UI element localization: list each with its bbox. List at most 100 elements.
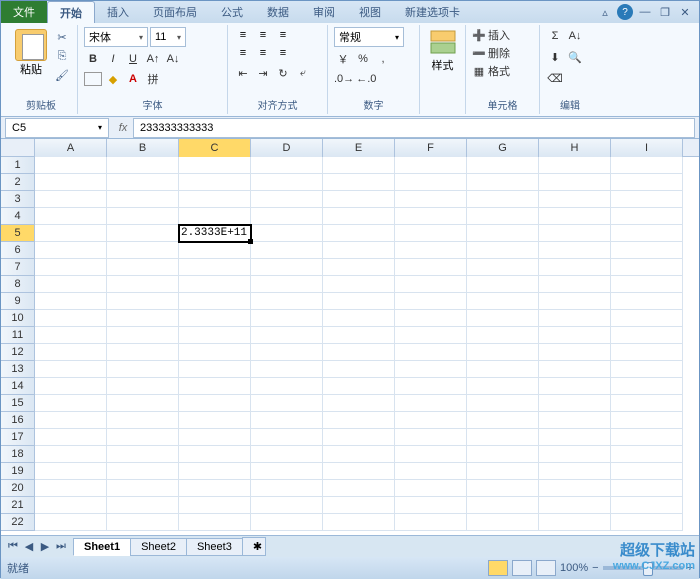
cell-H5[interactable] (539, 225, 611, 242)
cell-E16[interactable] (323, 412, 395, 429)
cell-I2[interactable] (611, 174, 683, 191)
cell-H2[interactable] (539, 174, 611, 191)
cell-F9[interactable] (395, 293, 467, 310)
indent-decrease-icon[interactable]: ⇤ (234, 64, 252, 82)
row-header-14[interactable]: 14 (1, 378, 35, 395)
cell-C14[interactable] (179, 378, 251, 395)
row-header-12[interactable]: 12 (1, 344, 35, 361)
cell-D9[interactable] (251, 293, 323, 310)
cell-I4[interactable] (611, 208, 683, 225)
align-left-icon[interactable]: ≡ (234, 45, 252, 61)
cell-A14[interactable] (35, 378, 107, 395)
cell-A4[interactable] (35, 208, 107, 225)
view-normal-button[interactable] (488, 560, 508, 576)
name-box[interactable]: C5▾ (5, 118, 109, 138)
col-header-D[interactable]: D (251, 139, 323, 157)
help-icon[interactable]: ? (617, 4, 633, 20)
tab-data[interactable]: 数据 (255, 1, 301, 23)
sheet-tab-2[interactable]: Sheet2 (130, 538, 187, 556)
cell-A13[interactable] (35, 361, 107, 378)
prev-sheet-icon[interactable]: ◀ (21, 539, 37, 555)
sheet-tab-3[interactable]: Sheet3 (186, 538, 243, 556)
row-header-22[interactable]: 22 (1, 514, 35, 531)
cell-G10[interactable] (467, 310, 539, 327)
row-header-19[interactable]: 19 (1, 463, 35, 480)
cell-H3[interactable] (539, 191, 611, 208)
cell-B14[interactable] (107, 378, 179, 395)
font-grow-icon[interactable]: A↑ (144, 50, 162, 68)
last-sheet-icon[interactable]: ⏭ (53, 539, 69, 555)
cell-C1[interactable] (179, 157, 251, 174)
cell-F4[interactable] (395, 208, 467, 225)
cell-D12[interactable] (251, 344, 323, 361)
cell-H7[interactable] (539, 259, 611, 276)
cell-F10[interactable] (395, 310, 467, 327)
cell-E18[interactable] (323, 446, 395, 463)
minimize-ribbon-icon[interactable]: ▵ (597, 4, 613, 20)
currency-icon[interactable]: ￥ (334, 50, 352, 68)
font-size-combo[interactable]: 11▾ (150, 27, 186, 47)
cell-G8[interactable] (467, 276, 539, 293)
cell-B20[interactable] (107, 480, 179, 497)
cell-A1[interactable] (35, 157, 107, 174)
cell-I10[interactable] (611, 310, 683, 327)
cell-D21[interactable] (251, 497, 323, 514)
cell-E22[interactable] (323, 514, 395, 531)
cell-F3[interactable] (395, 191, 467, 208)
orientation-icon[interactable]: ↻ (274, 64, 292, 82)
col-header-A[interactable]: A (35, 139, 107, 157)
cell-C6[interactable] (179, 242, 251, 259)
cell-I20[interactable] (611, 480, 683, 497)
cell-E8[interactable] (323, 276, 395, 293)
select-all-corner[interactable] (1, 139, 35, 157)
cell-I6[interactable] (611, 242, 683, 259)
cell-B8[interactable] (107, 276, 179, 293)
cell-B7[interactable] (107, 259, 179, 276)
cell-F11[interactable] (395, 327, 467, 344)
delete-cells-button[interactable]: ➖删除 (472, 45, 533, 61)
align-bottom-icon[interactable]: ≡ (274, 27, 292, 43)
cell-F14[interactable] (395, 378, 467, 395)
cell-E3[interactable] (323, 191, 395, 208)
cell-E11[interactable] (323, 327, 395, 344)
cell-H13[interactable] (539, 361, 611, 378)
cell-I11[interactable] (611, 327, 683, 344)
cell-H22[interactable] (539, 514, 611, 531)
cell-E10[interactable] (323, 310, 395, 327)
fill-color-button[interactable]: ◆ (104, 70, 122, 88)
cell-E2[interactable] (323, 174, 395, 191)
cell-F13[interactable] (395, 361, 467, 378)
cell-I9[interactable] (611, 293, 683, 310)
cell-E14[interactable] (323, 378, 395, 395)
cell-D7[interactable] (251, 259, 323, 276)
cell-F19[interactable] (395, 463, 467, 480)
cell-C5[interactable]: 2.3333E+11 (179, 225, 251, 242)
cell-A16[interactable] (35, 412, 107, 429)
cell-I3[interactable] (611, 191, 683, 208)
cell-B18[interactable] (107, 446, 179, 463)
percent-icon[interactable]: % (354, 50, 372, 68)
cell-H15[interactable] (539, 395, 611, 412)
row-header-1[interactable]: 1 (1, 157, 35, 174)
cell-D22[interactable] (251, 514, 323, 531)
clear-icon[interactable]: ⌫ (546, 69, 564, 87)
cell-D1[interactable] (251, 157, 323, 174)
cell-D13[interactable] (251, 361, 323, 378)
cell-D3[interactable] (251, 191, 323, 208)
window-minimize-icon[interactable]: — (637, 4, 653, 20)
cell-D15[interactable] (251, 395, 323, 412)
cell-C21[interactable] (179, 497, 251, 514)
tab-formula[interactable]: 公式 (209, 1, 255, 23)
window-restore-icon[interactable]: ❐ (657, 4, 673, 20)
zoom-slider[interactable] (603, 566, 683, 570)
font-color-button[interactable]: A (124, 70, 142, 88)
cell-C19[interactable] (179, 463, 251, 480)
cell-D4[interactable] (251, 208, 323, 225)
cell-A11[interactable] (35, 327, 107, 344)
new-sheet-button[interactable]: ✱ (242, 537, 266, 556)
row-header-13[interactable]: 13 (1, 361, 35, 378)
col-header-B[interactable]: B (107, 139, 179, 157)
cell-F16[interactable] (395, 412, 467, 429)
col-header-G[interactable]: G (467, 139, 539, 157)
cell-C8[interactable] (179, 276, 251, 293)
